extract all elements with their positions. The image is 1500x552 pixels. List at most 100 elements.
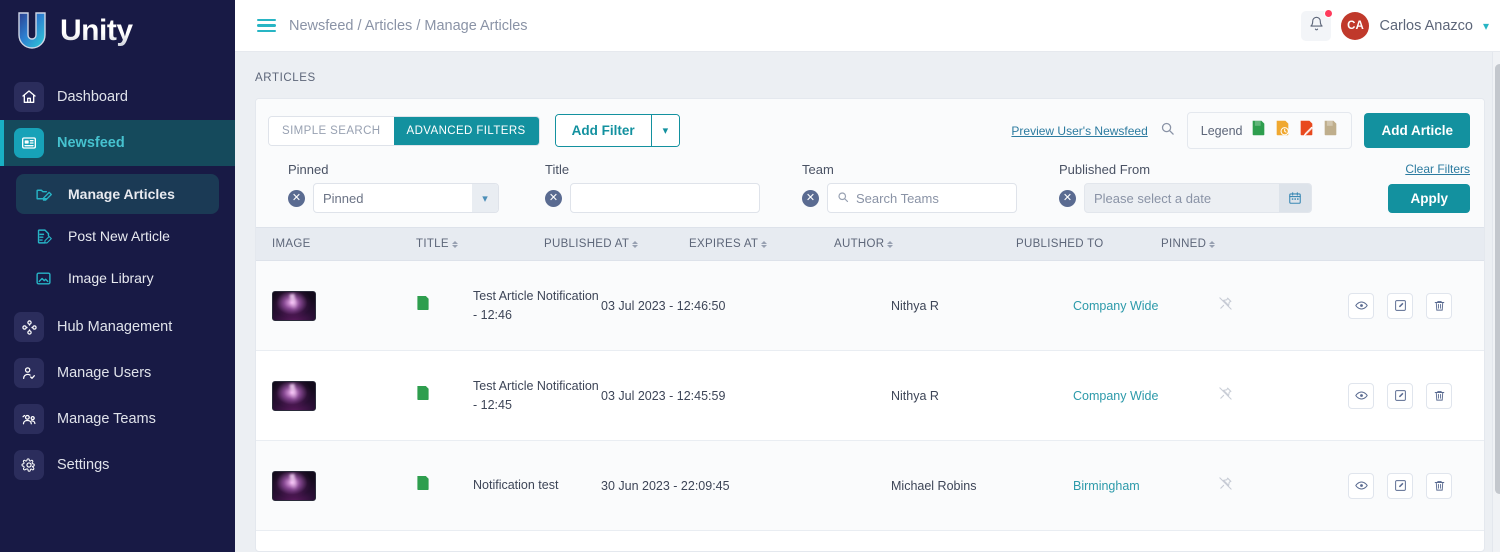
delete-button[interactable] [1426,292,1452,319]
delete-button[interactable] [1426,382,1452,409]
clear-circle-icon[interactable]: ✕ [802,189,819,207]
row-status-cell [416,295,473,316]
scheduled-icon [1275,120,1290,141]
pin-off-icon [1218,296,1233,316]
vertical-scrollbar[interactable] [1492,52,1500,552]
tab-simple-search[interactable]: SIMPLE SEARCH [269,116,394,145]
sidebar-item-hub-management[interactable]: Hub Management [0,304,235,350]
sort-icon [761,240,768,248]
main-area: Newsfeed / Articles / Manage Articles CA… [235,0,1500,552]
sidebar: Unity Dashboard Newsfeed Manage Articles… [0,0,235,552]
sidebar-item-image-library[interactable]: Image Library [16,258,219,298]
chevron-down-icon[interactable]: ▾ [1483,19,1489,33]
row-actions [1348,382,1484,409]
chevron-down-icon: ▾ [472,184,498,212]
search-icon[interactable] [1160,121,1175,141]
delete-button[interactable] [1426,472,1452,499]
sidebar-item-newsfeed[interactable]: Newsfeed [0,120,235,166]
sidebar-subitem-label: Post New Article [68,228,170,244]
filter-label: Published From [1059,162,1151,177]
home-icon [14,82,44,112]
articles-card: SIMPLE SEARCH ADVANCED FILTERS Add Filte… [255,98,1485,552]
add-article-button[interactable]: Add Article [1364,113,1470,148]
file-edit-icon [34,227,52,245]
edit-button[interactable] [1387,382,1413,409]
pin-off-icon [1218,476,1233,496]
legend: Legend [1186,112,1353,149]
row-published-at: 30 Jun 2023 - 22:09:45 [601,478,730,493]
user-name[interactable]: Carlos Anazco [1379,18,1473,34]
filter-actions: Clear Filters Apply [1388,162,1470,213]
row-published-to[interactable]: Company Wide [1073,299,1218,313]
row-pinned[interactable] [1218,386,1348,406]
table-row[interactable]: Test Article Notification - 12:46 03 Jul… [256,261,1484,351]
sidebar-item-manage-articles[interactable]: Manage Articles [16,174,219,214]
notifications-button[interactable] [1301,8,1334,41]
search-icon [837,191,849,206]
sidebar-subnav: Manage Articles Post New Article Image L… [0,166,235,304]
row-pinned[interactable] [1218,296,1348,316]
row-status-cell [416,385,473,406]
sidebar-item-manage-users[interactable]: Manage Users [0,350,235,396]
sidebar-item-label: Newsfeed [57,135,125,151]
breadcrumb[interactable]: Newsfeed / Articles / Manage Articles [289,18,528,34]
pinned-select[interactable]: Pinned ▾ [313,183,499,213]
row-published-to[interactable]: Company Wide [1073,389,1218,403]
view-button[interactable] [1348,472,1374,499]
edit-button[interactable] [1387,472,1413,499]
column-author[interactable]: AUTHOR [834,238,1016,250]
sidebar-item-dashboard[interactable]: Dashboard [0,74,235,120]
column-image: IMAGE [272,238,311,250]
column-expires-at[interactable]: EXPIRES AT [689,238,834,250]
search-mode-tabs: SIMPLE SEARCH ADVANCED FILTERS [268,115,540,146]
view-button[interactable] [1348,292,1374,319]
clear-filters-link[interactable]: Clear Filters [1405,162,1470,176]
row-title: Notification test [473,478,559,493]
add-filter-group: Add Filter ▾ [554,114,681,147]
sidebar-item-settings[interactable]: Settings [0,442,235,488]
brand-logo[interactable]: Unity [0,0,235,62]
clear-circle-icon[interactable]: ✕ [1059,189,1076,207]
title-input[interactable] [570,183,760,213]
sidebar-item-label: Manage Users [57,365,152,381]
clear-circle-icon[interactable]: ✕ [288,189,305,207]
row-published-to[interactable]: Birmingham [1073,479,1218,493]
apply-filters-button[interactable]: Apply [1388,184,1470,213]
draft-icon [1299,120,1314,141]
scrollbar-thumb[interactable] [1495,64,1500,494]
filter-pinned: Pinned ✕ Pinned ▾ [288,162,499,213]
sidebar-item-manage-teams[interactable]: Manage Teams [0,396,235,442]
sidebar-subitem-label: Image Library [68,270,154,286]
hamburger-icon[interactable] [257,18,276,33]
expired-icon [1323,120,1338,141]
column-title[interactable]: TITLE [416,238,544,250]
calendar-icon[interactable] [1279,184,1311,212]
add-filter-button[interactable]: Add Filter [555,115,651,146]
sidebar-item-post-new-article[interactable]: Post New Article [16,216,219,256]
published-from-input[interactable]: Please select a date [1084,183,1312,213]
preview-newsfeed-link[interactable]: Preview User's Newsfeed [1011,124,1147,138]
topbar: Newsfeed / Articles / Manage Articles CA… [235,0,1500,52]
tab-advanced-filters[interactable]: ADVANCED FILTERS [393,116,539,145]
column-pinned[interactable]: PINNED [1161,238,1291,250]
filter-title: Title ✕ [545,162,760,213]
filter-team: Team ✕ Search Teams [802,162,1017,213]
row-published-at: 03 Jul 2023 - 12:46:50 [601,298,726,313]
chevron-down-icon[interactable]: ▾ [650,115,680,146]
table-row[interactable]: Notification test 30 Jun 2023 - 22:09:45… [256,441,1484,531]
row-actions [1348,292,1484,319]
team-search-input[interactable]: Search Teams [827,183,1017,213]
sort-icon [887,240,894,248]
row-image-cell [256,290,416,321]
edit-button[interactable] [1387,292,1413,319]
published-icon [416,386,430,405]
row-pinned[interactable] [1218,476,1348,496]
view-button[interactable] [1348,382,1374,409]
sidebar-item-label: Dashboard [57,89,128,105]
table-row[interactable]: Test Article Notification - 12:45 03 Jul… [256,351,1484,441]
avatar[interactable]: CA [1341,11,1370,40]
sidebar-item-label: Hub Management [57,319,173,335]
toolbar-right: Preview User's Newsfeed Legend Add Artic… [1011,112,1470,149]
column-published-at[interactable]: PUBLISHED AT [544,238,689,250]
clear-circle-icon[interactable]: ✕ [545,189,562,207]
